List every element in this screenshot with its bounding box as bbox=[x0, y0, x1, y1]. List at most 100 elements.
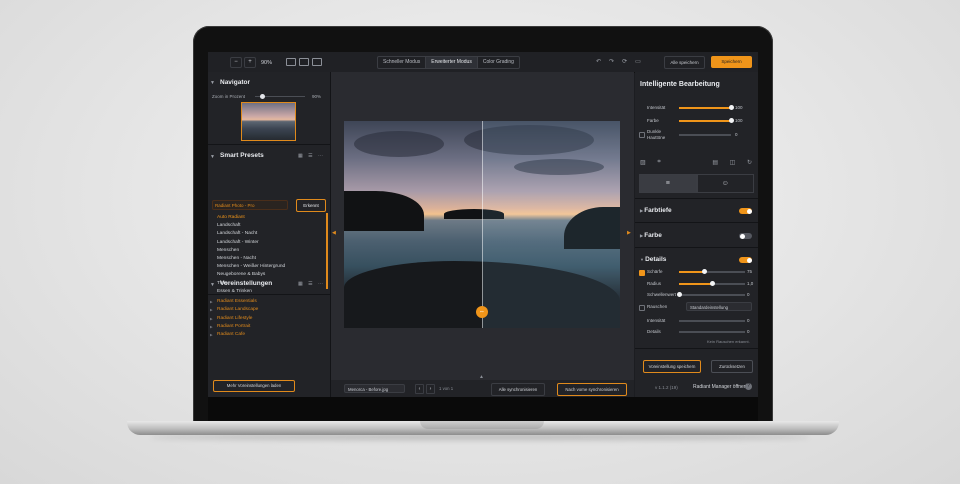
load-more-presets-button[interactable]: Mehr Voreinstellungen laden bbox=[213, 380, 295, 392]
preset-view-icons[interactable]: ▦ ☰ ⋯ bbox=[298, 153, 325, 159]
navigator-zoom-knob[interactable] bbox=[260, 93, 265, 99]
color-slider-knob[interactable] bbox=[728, 118, 734, 123]
file-select[interactable]: Menorca - Before.jpg bbox=[344, 384, 405, 393]
noise-details-slider[interactable] bbox=[679, 331, 745, 333]
print-icon[interactable]: ▤ bbox=[712, 159, 718, 166]
color-slider-fill bbox=[679, 120, 731, 122]
slider-label-color: Farbe bbox=[647, 118, 659, 123]
sync-all-button[interactable]: Alle synchronisieren bbox=[491, 383, 545, 396]
collapse-navigator-icon[interactable]: ▼ bbox=[210, 80, 215, 86]
split-icon[interactable]: ◫ bbox=[730, 159, 736, 166]
radius-slider-knob[interactable] bbox=[709, 281, 715, 286]
single-view-icon[interactable] bbox=[286, 58, 296, 66]
laptop-notch bbox=[420, 421, 544, 429]
sharpness-checkbox[interactable] bbox=[639, 270, 645, 276]
left-panel: ▼ Navigator Zoom in Prozent 90% ▼ Smart … bbox=[208, 72, 331, 397]
section-farbe[interactable]: Farbe bbox=[640, 232, 662, 239]
smart-presets-title: Smart Presets bbox=[220, 152, 264, 159]
intensity-slider-fill bbox=[679, 107, 731, 109]
farbe-toggle[interactable] bbox=[739, 233, 752, 239]
list-item[interactable]: Radiant Lifestyle bbox=[210, 315, 258, 324]
save-all-button[interactable]: Alle speichern bbox=[664, 56, 705, 69]
list-item[interactable]: Landschaft - Winter bbox=[212, 239, 326, 247]
tab-color-grading[interactable]: Color Grading bbox=[478, 57, 519, 68]
list-item[interactable]: Landschaft - Nacht bbox=[212, 230, 326, 238]
screen-bezel bbox=[208, 397, 758, 421]
voreinstellungen-title: Voreinstellungen bbox=[220, 280, 273, 287]
list-item[interactable]: Radiant Cafe bbox=[210, 331, 258, 340]
list-item[interactable]: Menschen - Nacht bbox=[212, 255, 326, 263]
divider bbox=[635, 348, 758, 349]
zoom-in-button[interactable]: + bbox=[244, 57, 256, 68]
save-button[interactable]: Speichern bbox=[711, 56, 752, 68]
list-item[interactable]: Neugeborene & Babys bbox=[212, 271, 326, 279]
next-image-button[interactable]: › bbox=[426, 384, 435, 394]
collapse-presets-icon[interactable]: ▼ bbox=[210, 154, 215, 160]
zoom-value: 90% bbox=[261, 59, 273, 66]
crop-icon[interactable]: ⌗ bbox=[657, 159, 660, 166]
preset-select[interactable]: Radiant Photo - Pro bbox=[212, 200, 288, 210]
detect-button[interactable]: Erkennt bbox=[296, 199, 326, 212]
edit-tabs: ≡ ☺ bbox=[639, 174, 754, 193]
tab-fast-mode[interactable]: Schneller Modus bbox=[378, 57, 427, 68]
section-details[interactable]: Details bbox=[640, 256, 666, 263]
preset-list-scrollbar[interactable] bbox=[326, 213, 328, 289]
split-line[interactable] bbox=[482, 121, 483, 328]
voreinstellungen-view-icons[interactable]: ▦ ☰ ⋯ bbox=[298, 281, 325, 287]
headland-shape bbox=[344, 191, 424, 231]
threshold-slider[interactable] bbox=[679, 294, 745, 296]
image-icon[interactable]: ▨ bbox=[640, 159, 646, 166]
collapse-left-icon[interactable]: ◀ bbox=[332, 230, 336, 236]
dark-skin-label-2: Hauttöne bbox=[647, 135, 666, 140]
edit-tools-row: ▨ ⌗ ▤ ◫ ↻ bbox=[640, 159, 752, 166]
details-toggle[interactable] bbox=[739, 257, 752, 263]
list-item[interactable]: Radiant Landscape bbox=[210, 306, 258, 315]
photo-preview[interactable]: ⇔ bbox=[344, 121, 620, 328]
noise-intensity-slider[interactable] bbox=[679, 320, 745, 322]
navigator-title: Navigator bbox=[220, 79, 250, 86]
section-farbtiefe[interactable]: Farbtiefe bbox=[640, 207, 671, 214]
compare-icon[interactable]: ▭ bbox=[635, 58, 641, 65]
prev-image-button[interactable]: ‹ bbox=[415, 384, 424, 394]
list-item[interactable]: Auto Radiant bbox=[212, 214, 326, 222]
mode-switcher: Schneller Modus Erweiterter Modus Color … bbox=[377, 56, 520, 69]
threshold-slider-knob[interactable] bbox=[676, 292, 682, 297]
noise-mode-select[interactable]: Standardeinstellung bbox=[686, 302, 752, 311]
rotate-icon[interactable]: ↻ bbox=[747, 159, 752, 166]
open-manager-link[interactable]: Radiant Manager öffnen bbox=[693, 384, 747, 390]
list-item[interactable]: Radiant Essentials bbox=[210, 298, 258, 307]
save-preset-button[interactable]: Voreinstellung speichern bbox=[643, 360, 701, 373]
tab-advanced-mode[interactable]: Erweiterter Modus bbox=[426, 57, 478, 68]
list-item[interactable]: Landschaft bbox=[212, 222, 326, 230]
sync-forward-button[interactable]: Nach vorne synchronisieren bbox=[557, 383, 627, 396]
zoom-out-button[interactable]: − bbox=[230, 57, 242, 68]
top-toolbar: − + 90% Schneller Modus Erweiterter Modu… bbox=[208, 52, 758, 73]
tab-adjust[interactable]: ≡ bbox=[639, 174, 697, 193]
dark-skin-checkbox[interactable] bbox=[639, 132, 645, 138]
tab-portrait[interactable]: ☺ bbox=[696, 174, 754, 193]
divider bbox=[635, 247, 758, 248]
help-icon[interactable]: ? bbox=[745, 383, 752, 390]
intelligent-editing-title: Intelligente Bearbeitung bbox=[640, 81, 720, 88]
intensity-slider-knob[interactable] bbox=[728, 105, 734, 110]
list-item[interactable]: Menschen - Weißer Hintergrund bbox=[212, 263, 326, 271]
undo-icon[interactable]: ↶ bbox=[596, 58, 601, 65]
redo-icon[interactable]: ↷ bbox=[609, 58, 614, 65]
dark-skin-value: 0 bbox=[735, 132, 738, 137]
navigator-thumbnail[interactable] bbox=[241, 102, 296, 141]
list-item[interactable]: Menschen bbox=[212, 247, 326, 255]
divider bbox=[208, 144, 330, 145]
list-item[interactable]: Radiant Portrait bbox=[210, 323, 258, 332]
side-by-side-icon[interactable] bbox=[312, 58, 322, 66]
noise-checkbox[interactable] bbox=[639, 305, 645, 311]
dark-skin-slider[interactable] bbox=[679, 134, 731, 136]
split-handle-icon[interactable]: ⇔ bbox=[476, 306, 488, 318]
intensity-value: 100 bbox=[735, 105, 743, 110]
split-view-icon[interactable] bbox=[299, 58, 309, 66]
collapse-voreinstellungen-icon[interactable]: ▼ bbox=[210, 282, 215, 288]
reset-icon[interactable]: ⟳ bbox=[622, 58, 627, 65]
collapse-right-icon[interactable]: ▶ bbox=[627, 230, 631, 236]
farbtiefe-toggle[interactable] bbox=[739, 208, 752, 214]
reset-button[interactable]: Zurücksetzen bbox=[711, 360, 753, 373]
sharpness-slider-knob[interactable] bbox=[701, 269, 707, 274]
